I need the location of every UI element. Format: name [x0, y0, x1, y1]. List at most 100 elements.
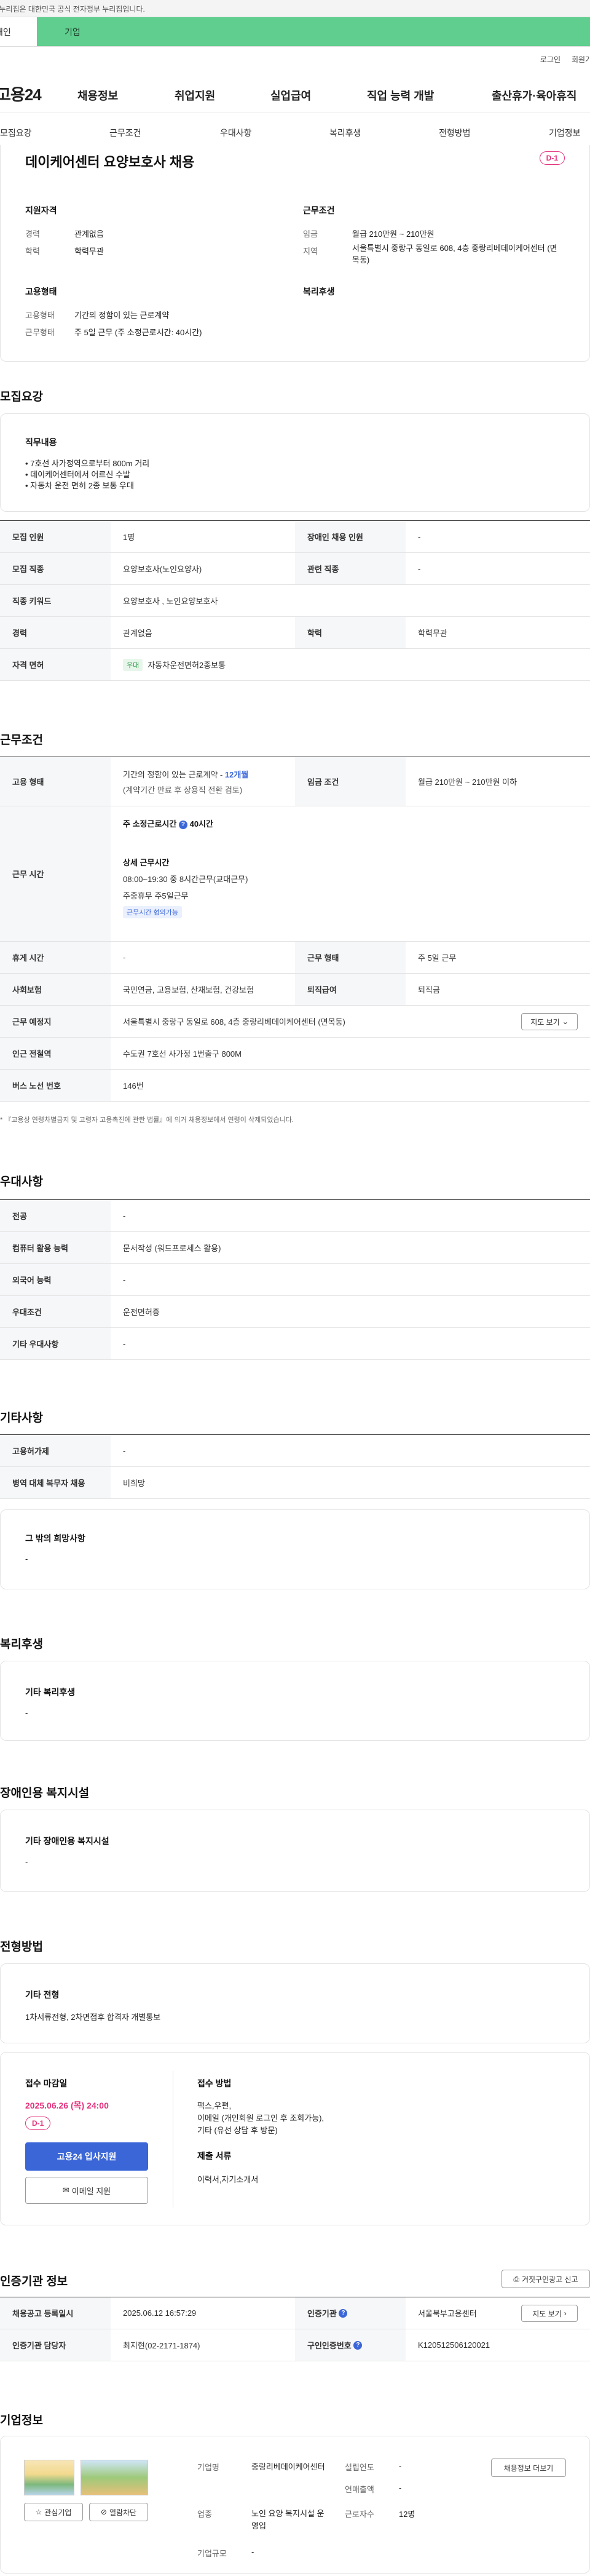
apply-button[interactable]: 고용24 입사지원: [25, 2142, 148, 2171]
gnb-item-training[interactable]: 직업 능력 개발: [367, 87, 434, 103]
row-label: 인증기관 ?: [295, 2297, 406, 2329]
row-label: 컴퓨터 활용 능력: [0, 1232, 111, 1263]
row-value: 서울특별시 중랑구 동일로 608, 4층 중랑리베데이케어센터 (면목동): [123, 1017, 345, 1027]
welfare-title: 복리후생: [303, 287, 335, 296]
utility-nav: 로그인 회원가입: [0, 47, 590, 71]
info-icon[interactable]: ?: [178, 820, 187, 829]
row-label: 채용공고 등록일시: [0, 2297, 111, 2329]
table-row: 근무 예정지 서울특별시 중랑구 동일로 608, 4층 중랑리베데이케어센터 …: [0, 1006, 590, 1038]
worktype-value: 주 5일 근무 (주 소정근로시간: 40시간): [74, 328, 202, 337]
row-value: 국민연금, 고용보험, 산재보험, 건강보험: [123, 985, 254, 995]
age-note: * 『고용상 연령차별금지 및 고령자 고용촉진에 관한 법률』에 의거 채용정…: [0, 1116, 294, 1124]
row-value: -: [123, 1339, 126, 1348]
found-value: -: [399, 2461, 402, 2470]
signup-link[interactable]: 회원가입: [572, 54, 590, 65]
etc-section-title: 기타사항: [0, 1412, 43, 1425]
tab-corp-label: 기업: [65, 27, 81, 37]
cond-title: 근무조건: [303, 205, 335, 215]
duty-card: 직무내용 • 7호선 사가정역으로부터 800m 거리 • 데이케어센터에서 어…: [0, 413, 590, 512]
duty-title: 직무내용: [25, 437, 57, 447]
row-label: 버스 노선 번호: [0, 1070, 111, 1101]
deadline-label: 접수 마감일: [25, 2078, 68, 2088]
staff-value: 12명: [399, 2510, 415, 2519]
row-value: 월급 210만원 ~ 210만원 이하: [418, 777, 517, 787]
table-row: 고용허가제 -: [0, 1435, 590, 1467]
table-row: 채용공고 등록일시 2025.06.12 16:57:29 인증기관 ? 서울북…: [0, 2297, 590, 2329]
staff-label: 근로자수: [345, 2510, 374, 2519]
logo[interactable]: 고용24: [0, 82, 42, 105]
map-button[interactable]: 지도 보기 ›: [521, 2305, 578, 2322]
edu-value: 학력무관: [74, 247, 104, 256]
row-label: 학력: [295, 617, 406, 648]
table-row: 인근 전철역 수도권 7호선 사가정 1번출구 800M: [0, 1038, 590, 1070]
row-value: -: [123, 1275, 126, 1284]
table-row: 자격 면허 우대 자동차운전면허2종보통: [0, 649, 590, 681]
more-jobs-button[interactable]: 채용정보 더보기: [491, 2459, 566, 2477]
row-value: 기간의 정함이 있는 근로계약 - 12개월 (계약기간 만료 후 상용직 전환…: [111, 757, 295, 806]
hours-detail: 08:00~19:30 중 8시간근무(교대근무): [123, 875, 248, 884]
row-label: 고용허가제: [0, 1435, 111, 1466]
industry-label: 업종: [197, 2510, 212, 2519]
map-button[interactable]: 지도 보기 ⌄: [521, 1013, 578, 1030]
row-label: 구인인증번호 ?: [295, 2329, 406, 2361]
subnav-welfare[interactable]: 복리후생: [329, 127, 361, 139]
row-value: 문서작성 (워드프로세스 활용): [123, 1244, 221, 1253]
gnb-item-jobs[interactable]: 채용정보: [77, 87, 118, 103]
revenue-label: 연매출액: [345, 2485, 374, 2494]
subnav-company[interactable]: 기업정보: [549, 127, 581, 139]
disability-card-title: 기타 장애인용 복지시설: [25, 1836, 109, 1846]
tab-corp[interactable]: 기업: [37, 17, 590, 46]
wage-label: 임금: [303, 229, 318, 239]
info-icon[interactable]: ?: [339, 2308, 348, 2318]
info-icon[interactable]: ?: [353, 2340, 363, 2350]
report-button[interactable]: ⎙ 거짓구인광고 신고: [502, 2270, 590, 2288]
wish-value: -: [25, 1554, 28, 1564]
apply-card: 접수 마감일 2025.06.26 (목) 24:00 D-1 고용24 입사지…: [0, 2052, 590, 2225]
table-row: 전공 -: [0, 1200, 590, 1232]
row-label: 인증기관 담당자: [0, 2329, 111, 2361]
subnav-selection[interactable]: 전형방법: [439, 127, 471, 139]
block-company-button[interactable]: ⊘ 열람차단: [89, 2503, 148, 2521]
table-row: 모집 직종 요양보호사(노인요양사) 관련 직종 -: [0, 553, 590, 585]
subnav-recruit[interactable]: 모집요강: [0, 127, 32, 139]
hours-val: 40시간: [189, 819, 213, 829]
table-row: 우대조건 운전면허증: [0, 1296, 590, 1328]
row-value: 146번: [123, 1081, 144, 1091]
row-label: 근무 형태: [295, 942, 406, 973]
subnav-conditions[interactable]: 근무조건: [109, 127, 141, 139]
row-label: 외국어 능력: [0, 1264, 111, 1295]
gnb-item-unemployment[interactable]: 실업급여: [270, 87, 311, 103]
section-nav: 모집요강 근무조건 우대사항 복리후생 전형방법 기업정보: [0, 113, 590, 150]
disability-card-value: -: [25, 1857, 28, 1866]
gov-bar-text: 이 누리집은 대한민국 공식 전자정부 누리집입니다.: [0, 5, 145, 14]
tab-person[interactable]: 개인: [0, 17, 37, 46]
map-button-label: 지도 보기: [532, 2309, 562, 2318]
email-apply-button[interactable]: ✉ 이메일 지원: [25, 2177, 148, 2204]
company-card: ☆ 관심기업 ⊘ 열람차단 기업명 중랑리베데이케어센터 업종 노인 요양 복지시설…: [0, 2436, 590, 2574]
row-value: 우대 자동차운전면허2종보통: [111, 649, 590, 680]
row-label: 인근 전철역: [0, 1038, 111, 1069]
gnb-item-leave[interactable]: 출산휴가·육아휴직: [492, 87, 576, 103]
selection-card-value: 1차서류전형, 2차면접후 합격자 개별통보: [25, 2013, 161, 2022]
row-label: 근무 시간: [0, 806, 111, 941]
map-button-label: 지도 보기: [530, 1017, 560, 1027]
favorite-company-button[interactable]: ☆ 관심기업: [24, 2503, 83, 2521]
emp-title: 고용형태: [25, 287, 57, 296]
recruit-table: 모집 인원 1명 장애인 채용 인원 - 모집 직종 요양보호사(노인요양사) …: [0, 520, 590, 681]
subnav-preference[interactable]: 우대사항: [220, 127, 252, 139]
gnb-item-employment-support[interactable]: 취업지원: [175, 87, 215, 103]
dday-badge: D-1: [25, 2117, 51, 2130]
row-value: 2025.06.12 16:57:29: [123, 2308, 197, 2318]
report-button-label: 거짓구인광고 신고: [521, 2275, 578, 2284]
qual-title: 지원자격: [25, 205, 57, 215]
welfare-card-title: 기타 복리후생: [25, 1687, 76, 1697]
method-value: 이메일 (개인회원 로그인 후 조회가능),: [197, 2113, 324, 2123]
duty-item: • 7호선 사가정역으로부터 800m 거리: [25, 459, 150, 468]
login-link[interactable]: 로그인: [540, 54, 560, 65]
block-label: 열람차단: [109, 2508, 137, 2517]
name-label: 기업명: [197, 2463, 219, 2472]
selection-card: 기타 전형 1차서류전형, 2차면접후 합격자 개별통보: [0, 1963, 590, 2043]
table-row: 고용 형태 기간의 정함이 있는 근로계약 - 12개월 (계약기간 만료 후 …: [0, 757, 590, 806]
gov-bar: 이 누리집은 대한민국 공식 전자정부 누리집입니다.: [0, 0, 590, 17]
method-label: 접수 방법: [197, 2078, 232, 2088]
